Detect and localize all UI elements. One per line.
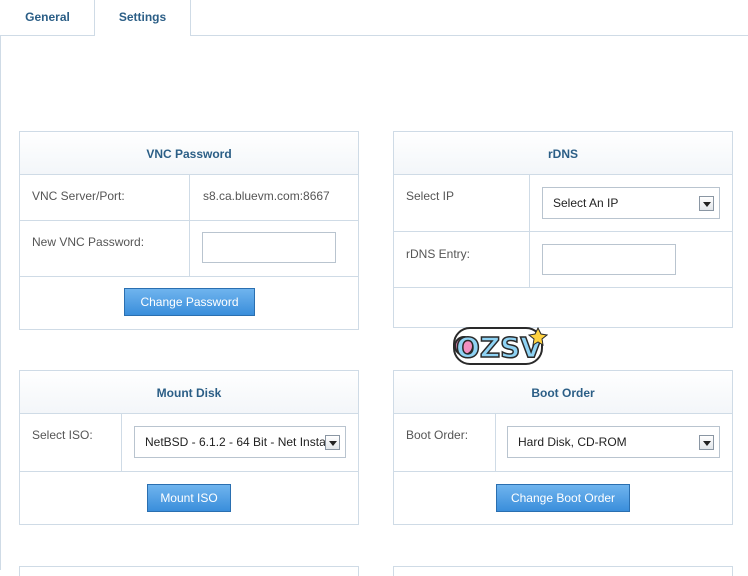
mount-disk-title: Mount Disk [20, 371, 358, 414]
boot-button-row: Change Boot Order [394, 472, 732, 524]
boot-order-select[interactable]: Hard Disk, CD-ROM [507, 426, 720, 458]
next-panel-right [393, 566, 733, 576]
row-divider [495, 414, 496, 471]
ozsv-logo-text: OZSV [456, 331, 542, 364]
mount-iso-label: Select ISO: [32, 428, 93, 442]
row-divider [121, 414, 122, 471]
mount-button-row: Mount ISO [20, 472, 358, 524]
tab-bar: General Settings [0, 0, 748, 36]
ozsv-logo: OZSV [453, 326, 548, 365]
row-divider [529, 175, 530, 231]
mount-iso-button[interactable]: Mount ISO [147, 484, 231, 512]
boot-order-row: Boot Order: Hard Disk, CD-ROM [394, 414, 732, 472]
rdns-ip-select[interactable]: Select An IP [542, 187, 720, 219]
rdns-entry-row: rDNS Entry: [394, 232, 732, 288]
vnc-password-title: VNC Password [20, 132, 358, 175]
rdns-entry-label: rDNS Entry: [406, 247, 471, 261]
change-boot-order-button[interactable]: Change Boot Order [496, 484, 630, 512]
mount-iso-row: Select ISO: NetBSD - 6.1.2 - 64 Bit - Ne… [20, 414, 358, 472]
iso-select-value: NetBSD - 6.1.2 - 64 Bit - Net Install [145, 435, 332, 449]
vnc-server-row: VNC Server/Port: s8.ca.bluevm.com:8667 [20, 175, 358, 221]
boot-order-panel: Boot Order Boot Order: Hard Disk, CD-ROM… [393, 370, 733, 525]
vnc-server-label: VNC Server/Port: [32, 189, 125, 203]
rdns-panel: rDNS Select IP Select An IP rDNS Entry: [393, 131, 733, 328]
vnc-server-value: s8.ca.bluevm.com:8667 [203, 189, 330, 203]
tab-general[interactable]: General [1, 0, 95, 35]
rdns-ip-select-value: Select An IP [553, 196, 619, 210]
row-divider [189, 175, 190, 220]
mount-disk-panel: Mount Disk Select ISO: NetBSD - 6.1.2 - … [19, 370, 359, 525]
vnc-new-password-input[interactable] [202, 232, 336, 263]
iso-select[interactable]: NetBSD - 6.1.2 - 64 Bit - Net Install [134, 426, 346, 458]
row-divider [529, 232, 530, 287]
chevron-down-icon[interactable] [325, 435, 340, 450]
rdns-footer-row [394, 288, 732, 327]
row-divider [189, 221, 190, 276]
next-panel-left [19, 566, 359, 576]
boot-order-title: Boot Order [394, 371, 732, 414]
chevron-down-icon[interactable] [699, 196, 714, 211]
change-password-button[interactable]: Change Password [124, 288, 255, 316]
chevron-down-icon[interactable] [699, 435, 714, 450]
content-border [0, 35, 1, 570]
rdns-select-ip-label: Select IP [406, 189, 455, 203]
vnc-button-row: Change Password [20, 277, 358, 329]
vnc-new-password-row: New VNC Password: [20, 221, 358, 277]
rdns-select-ip-row: Select IP Select An IP [394, 175, 732, 232]
vnc-new-password-label: New VNC Password: [32, 235, 145, 249]
vnc-password-panel: VNC Password VNC Server/Port: s8.ca.blue… [19, 131, 359, 330]
rdns-entry-input[interactable] [542, 244, 676, 275]
boot-order-select-value: Hard Disk, CD-ROM [518, 435, 627, 449]
boot-order-label: Boot Order: [406, 428, 469, 442]
tab-settings[interactable]: Settings [95, 0, 191, 36]
rdns-title: rDNS [394, 132, 732, 175]
